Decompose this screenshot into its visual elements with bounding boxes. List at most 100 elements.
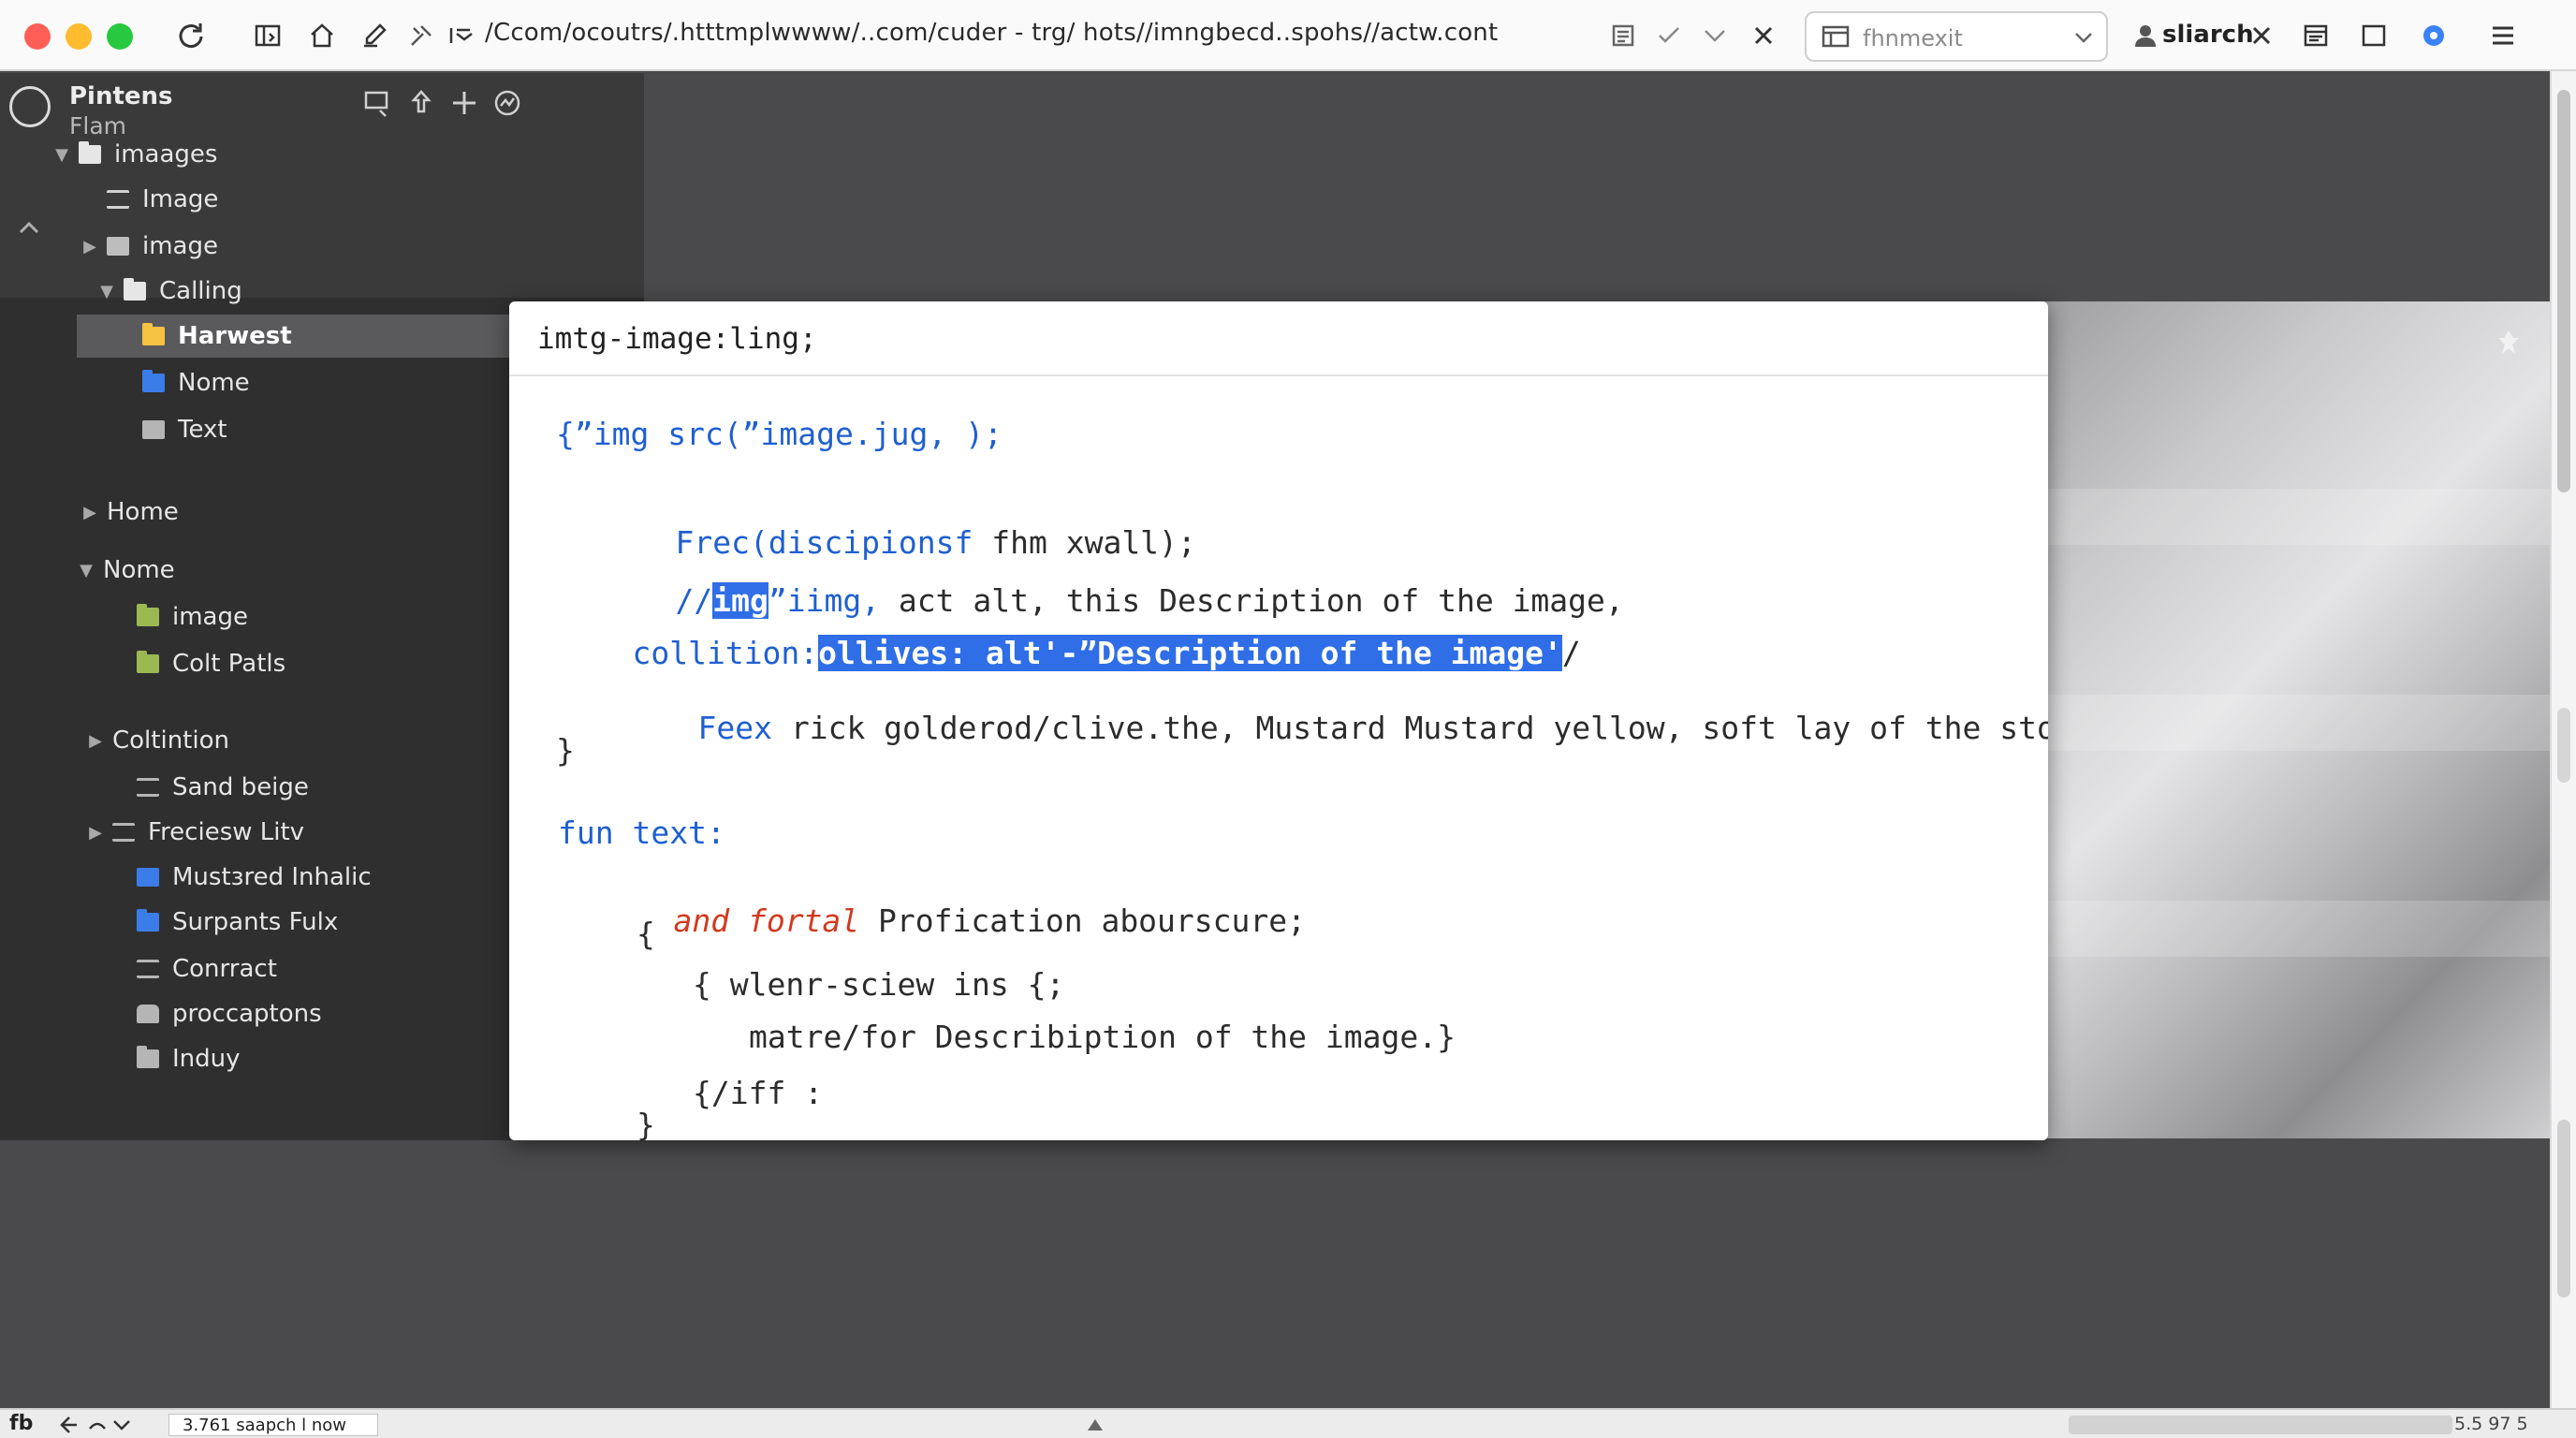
status-right-label: 5.5 97 5 [2454,1414,2528,1434]
sidebar-item-label: Mustɜred Inhalic [172,863,372,891]
square-icon [137,868,159,887]
add-icon[interactable] [447,86,481,120]
sidebar-item-label: Text [178,416,227,444]
code-line[interactable]: Feex rick golderod/clive.the, Mustard Mu… [623,672,2048,785]
window-icon[interactable] [2355,17,2393,54]
vertical-scrollbar[interactable] [2550,71,2576,1408]
code-line[interactable]: } [556,732,575,770]
sidebar-title: Pintens [69,82,173,110]
sidebar-item-label: Surpants Fulx [172,908,339,936]
code-line[interactable]: { wlenr-sciew ins {; [693,966,1064,1004]
close-icon[interactable] [2243,17,2280,54]
sidebar-item-label: Calling [159,277,242,305]
code-line[interactable]: fun text: [558,814,725,852]
reader-icon[interactable] [1604,17,1642,54]
sidebar-item-label: Nome [178,369,250,397]
chevron-right-icon[interactable]: ▶ [80,237,99,257]
status-left-label: fb [9,1412,34,1435]
edit-icon[interactable] [356,17,393,54]
sidebar-item[interactable]: ▼ imaages [0,133,644,176]
tools-icon[interactable] [402,17,440,54]
sidebar-item-label: image [172,603,248,631]
app-logo-icon [9,86,51,127]
folder-icon [79,141,101,164]
trash-icon [142,420,165,439]
sidebar-item-label: Sand beige [172,773,309,801]
chevron-right-icon[interactable]: ▶ [86,731,105,751]
status-search-field[interactable]: 3.761 saapch l now [168,1414,378,1436]
horizontal-scrollbar[interactable] [2069,1416,2452,1434]
notes-icon[interactable] [2297,17,2334,54]
user-icon [2127,17,2164,54]
sidebar-item-label: Image [142,185,219,213]
code-line[interactable]: {/iff : [693,1075,823,1112]
sidebar-item[interactable]: Image [0,178,644,221]
sidebar-item-label: Freciesw Litv [148,818,305,846]
code-line[interactable]: { [637,916,655,953]
browser-toolbar: /Ccom/ocoutrs/.htttmplwwww/..com/cuder -… [0,0,2576,71]
upload-icon[interactable] [404,86,438,120]
address-bar[interactable]: /Ccom/ocoutrs/.htttmplwwww/..com/cuder -… [485,19,1498,47]
triangle-up-icon[interactable] [1086,1416,1105,1434]
sync-icon[interactable] [490,86,524,120]
forward-icon[interactable] [444,17,481,54]
folder-icon [137,604,159,626]
columns-icon [137,778,159,797]
folder-icon [137,1046,159,1068]
navigation-arrows-icon[interactable] [56,1414,137,1436]
scroll-thumb[interactable] [2557,90,2570,492]
chevron-right-icon[interactable]: ▶ [86,823,105,843]
zoom-window-button[interactable] [107,23,133,50]
new-window-icon[interactable] [361,86,395,120]
sidebar-toggle-icon[interactable] [249,17,286,54]
extension-icon[interactable] [2415,17,2452,54]
chevron-down-icon[interactable]: ▼ [77,561,95,580]
search-placeholder: fhnmexit [1863,25,1963,51]
folder-icon [137,909,159,932]
folder-icon [137,651,159,673]
search-icon [1822,25,1850,48]
code-line[interactable]: {”img src(”image.jug, ); [556,416,1003,453]
sidebar-item-label: Induy [172,1045,241,1073]
contract-icon [137,960,159,978]
stop-icon[interactable] [1745,17,1782,54]
list-icon [107,190,129,209]
code-line[interactable]: } [637,1107,655,1140]
sidebar-item-label: Coltintion [112,726,229,755]
menu-icon[interactable] [2484,17,2522,54]
sidebar-item-label: Nome [103,556,175,584]
status-bar: fb 3.761 saapch l now 5.5 97 5 [0,1408,2576,1438]
pin-icon[interactable] [2494,328,2524,358]
sidebar-item-label: proccaptons [172,1000,322,1028]
selected-text[interactable]: ollives: alt'-”Description of the image' [818,635,1562,671]
lock-icon [137,1005,159,1023]
sidebar-item-label: Harwest [178,322,292,350]
folder-icon [142,323,165,345]
home-icon[interactable] [303,17,341,54]
image-icon [107,237,129,256]
check-icon[interactable] [1651,17,1689,54]
sidebar-item-label: Home [107,498,179,526]
list-icon [112,823,135,842]
minimize-window-button[interactable] [66,23,92,50]
chevron-down-icon[interactable]: ▼ [52,145,71,165]
popup-header: imtg-image:ling; [509,301,2048,376]
sidebar-item-label: Colt Patls [172,650,286,678]
reload-icon[interactable] [172,17,210,54]
sidebar-item-label: Conrract [172,955,277,983]
close-window-button[interactable] [24,23,51,50]
chevron-down-icon[interactable]: ▼ [97,282,116,301]
popup-title: imtg-image:ling; [537,322,817,356]
sidebar-item-label: image [142,232,218,260]
sidebar-item-label: imaages [114,140,218,169]
chevron-down-icon[interactable] [1696,17,1734,54]
sidebar-tools [361,86,524,120]
code-popup: imtg-image:ling; {”img src(”image.jug, )… [509,301,2048,1140]
sidebar-item[interactable]: ▶ image [0,225,644,268]
code-line[interactable]: matre/for Describiption of the image.} [749,1019,1456,1056]
chevron-right-icon[interactable]: ▶ [80,503,99,522]
search-input[interactable]: fhnmexit [1805,11,2108,62]
user-label[interactable]: sliarch [2162,21,2254,49]
chevron-down-icon [2075,33,2092,43]
code-line[interactable]: and fortal Profication abourscure; [599,865,1306,977]
